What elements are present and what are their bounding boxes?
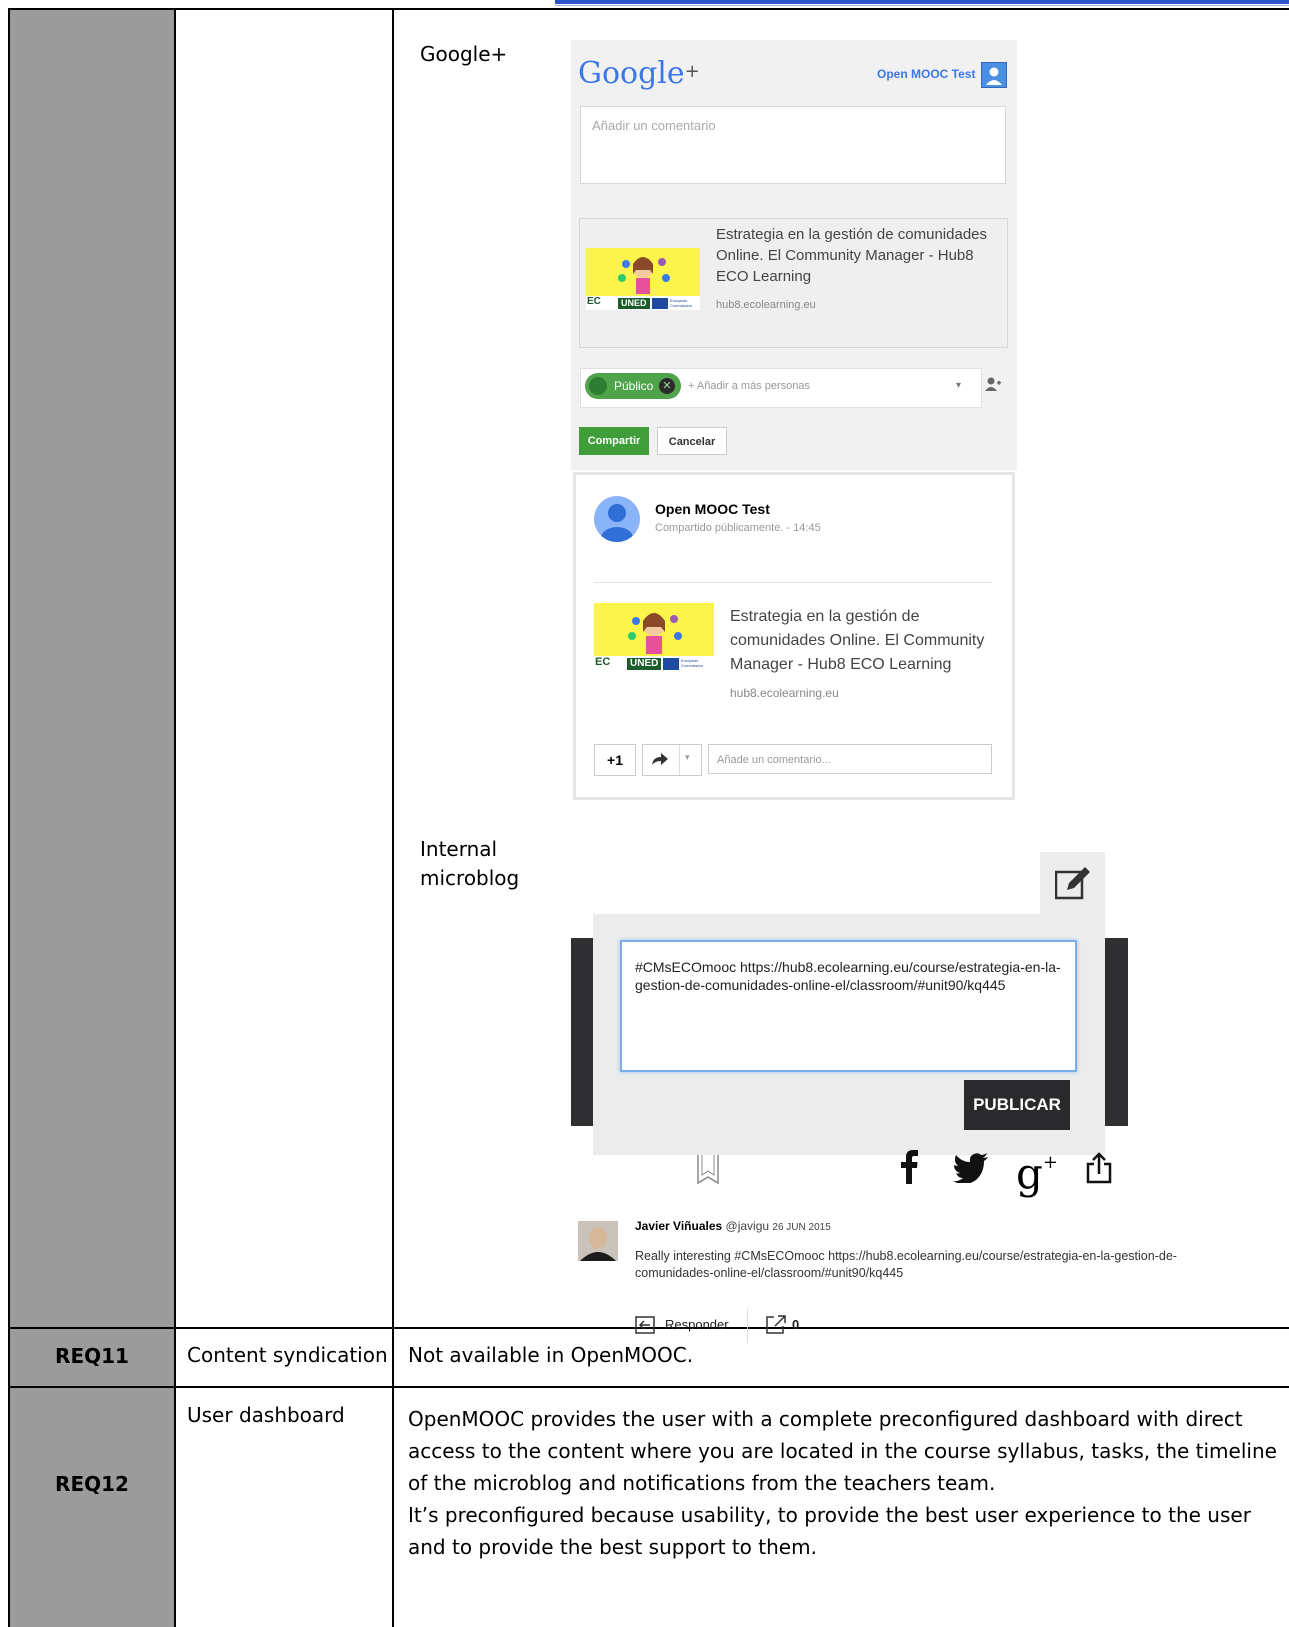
share-arrow-icon <box>651 751 669 772</box>
cancel-button[interactable]: Cancelar <box>657 427 727 455</box>
bookmark-icon[interactable] <box>696 1155 720 1190</box>
audience-chip-public[interactable]: Público ✕ <box>585 373 681 399</box>
req12-line: OpenMOOC provides the user with a comple… <box>408 1407 1243 1431</box>
post-link-title[interactable]: Estrategia en la gestión de comunidades … <box>730 605 990 677</box>
google-logo: Google+ <box>578 56 700 91</box>
req11-id: REQ11 <box>55 1344 129 1368</box>
globe-icon <box>589 377 607 395</box>
plus-one-button[interactable]: +1 <box>594 744 636 776</box>
external-share-icon[interactable] <box>765 1315 787 1338</box>
tweet-date: 26 JUN 2015 <box>772 1222 831 1233</box>
chevron-down-icon[interactable]: ▾ <box>685 752 690 763</box>
table-border-col1 <box>174 8 176 1627</box>
post-comment-input[interactable]: Añade un comentario... <box>708 744 992 774</box>
table-border-col2 <box>392 8 394 1627</box>
table-border-row2 <box>8 1386 1289 1388</box>
tweet-author-avatar[interactable] <box>578 1221 618 1261</box>
microblog-label-line1: Internal <box>420 837 498 861</box>
post-link-url: hub8.ecolearning.eu <box>730 686 839 700</box>
link-preview-url: hub8.ecolearning.eu <box>716 299 816 311</box>
post-divider <box>594 582 993 583</box>
microblog-label-line2: microblog <box>420 866 520 890</box>
add-person-icon[interactable] <box>984 376 1002 397</box>
twitter-icon[interactable] <box>953 1153 989 1188</box>
req11-description: Not available in OpenMOOC. <box>408 1343 694 1367</box>
reshare-button[interactable]: ▾ <box>642 744 702 776</box>
link-preview-title: Estrategia en la gestión de comunidades … <box>716 226 988 285</box>
header-rule <box>555 0 1289 4</box>
req12-id: REQ12 <box>55 1472 129 1496</box>
table-border-left <box>8 8 10 1627</box>
id-cell-req12 <box>10 1388 174 1627</box>
tweet-author-name[interactable]: Javier Viñuales <box>635 1219 722 1233</box>
edit-tab[interactable] <box>1040 852 1105 917</box>
header-rule-thin <box>555 5 1289 6</box>
share-count: 0 <box>792 1317 800 1332</box>
edit-pencil-icon[interactable] <box>1054 866 1091 905</box>
share-upload-icon[interactable] <box>1086 1152 1112 1189</box>
facebook-icon[interactable] <box>900 1150 918 1189</box>
gplus-user-name[interactable]: Open MOOC Test <box>877 67 975 81</box>
post-author-avatar[interactable] <box>594 496 640 542</box>
req12-line: It’s preconfigured because usability, to… <box>408 1503 1251 1527</box>
google-plus-icon[interactable]: g+ <box>1016 1142 1058 1195</box>
req12-line: of the microblog and notifications from … <box>408 1471 996 1495</box>
post-author-name[interactable]: Open MOOC Test <box>655 501 770 517</box>
google-logo-text: Google <box>578 56 685 91</box>
post-link-thumbnail[interactable]: EC UNED European Commission <box>594 603 714 671</box>
publish-button[interactable]: PUBLICAR <box>964 1080 1070 1130</box>
req12-name: User dashboard <box>187 1403 345 1427</box>
share-button[interactable]: Compartir <box>579 427 649 455</box>
comment-placeholder: Añadir un comentario <box>592 118 716 133</box>
reply-link[interactable]: Responder <box>665 1317 729 1332</box>
tweet-header: Javier Viñuales @javigu 26 JUN 2015 <box>635 1219 831 1233</box>
table-border-top <box>8 8 1289 10</box>
post-meta: Compartido públicamente. - 14:45 <box>655 522 821 534</box>
req12-description: OpenMOOC provides the user with a comple… <box>408 1403 1277 1563</box>
tweet-text: Really interesting #CMsECOmooc https://h… <box>635 1249 1177 1280</box>
user-avatar-icon[interactable] <box>981 62 1007 88</box>
page-backdrop-right <box>1105 938 1128 1126</box>
req11-name: Content syndication <box>187 1343 388 1367</box>
id-cell-empty <box>10 10 174 1327</box>
dropdown-caret-icon[interactable]: ▾ <box>956 380 961 391</box>
reply-icon[interactable] <box>635 1316 655 1337</box>
tweet-handle[interactable]: @javigu <box>726 1219 770 1233</box>
page-backdrop-left <box>571 938 593 1126</box>
req12-line: and to provide the best support to them. <box>408 1535 817 1559</box>
link-preview-thumbnail: EC UNED European Commission <box>586 248 700 310</box>
microblog-textarea-text: #CMsECOmooc https://hub8.ecolearning.eu/… <box>635 959 1061 993</box>
req12-line: access to the content where you are loca… <box>408 1439 1277 1463</box>
add-people-input[interactable]: + Añadir a más personas <box>688 380 810 392</box>
remove-chip-icon[interactable]: ✕ <box>659 378 675 394</box>
gplus-section-label: Google+ <box>420 42 508 66</box>
